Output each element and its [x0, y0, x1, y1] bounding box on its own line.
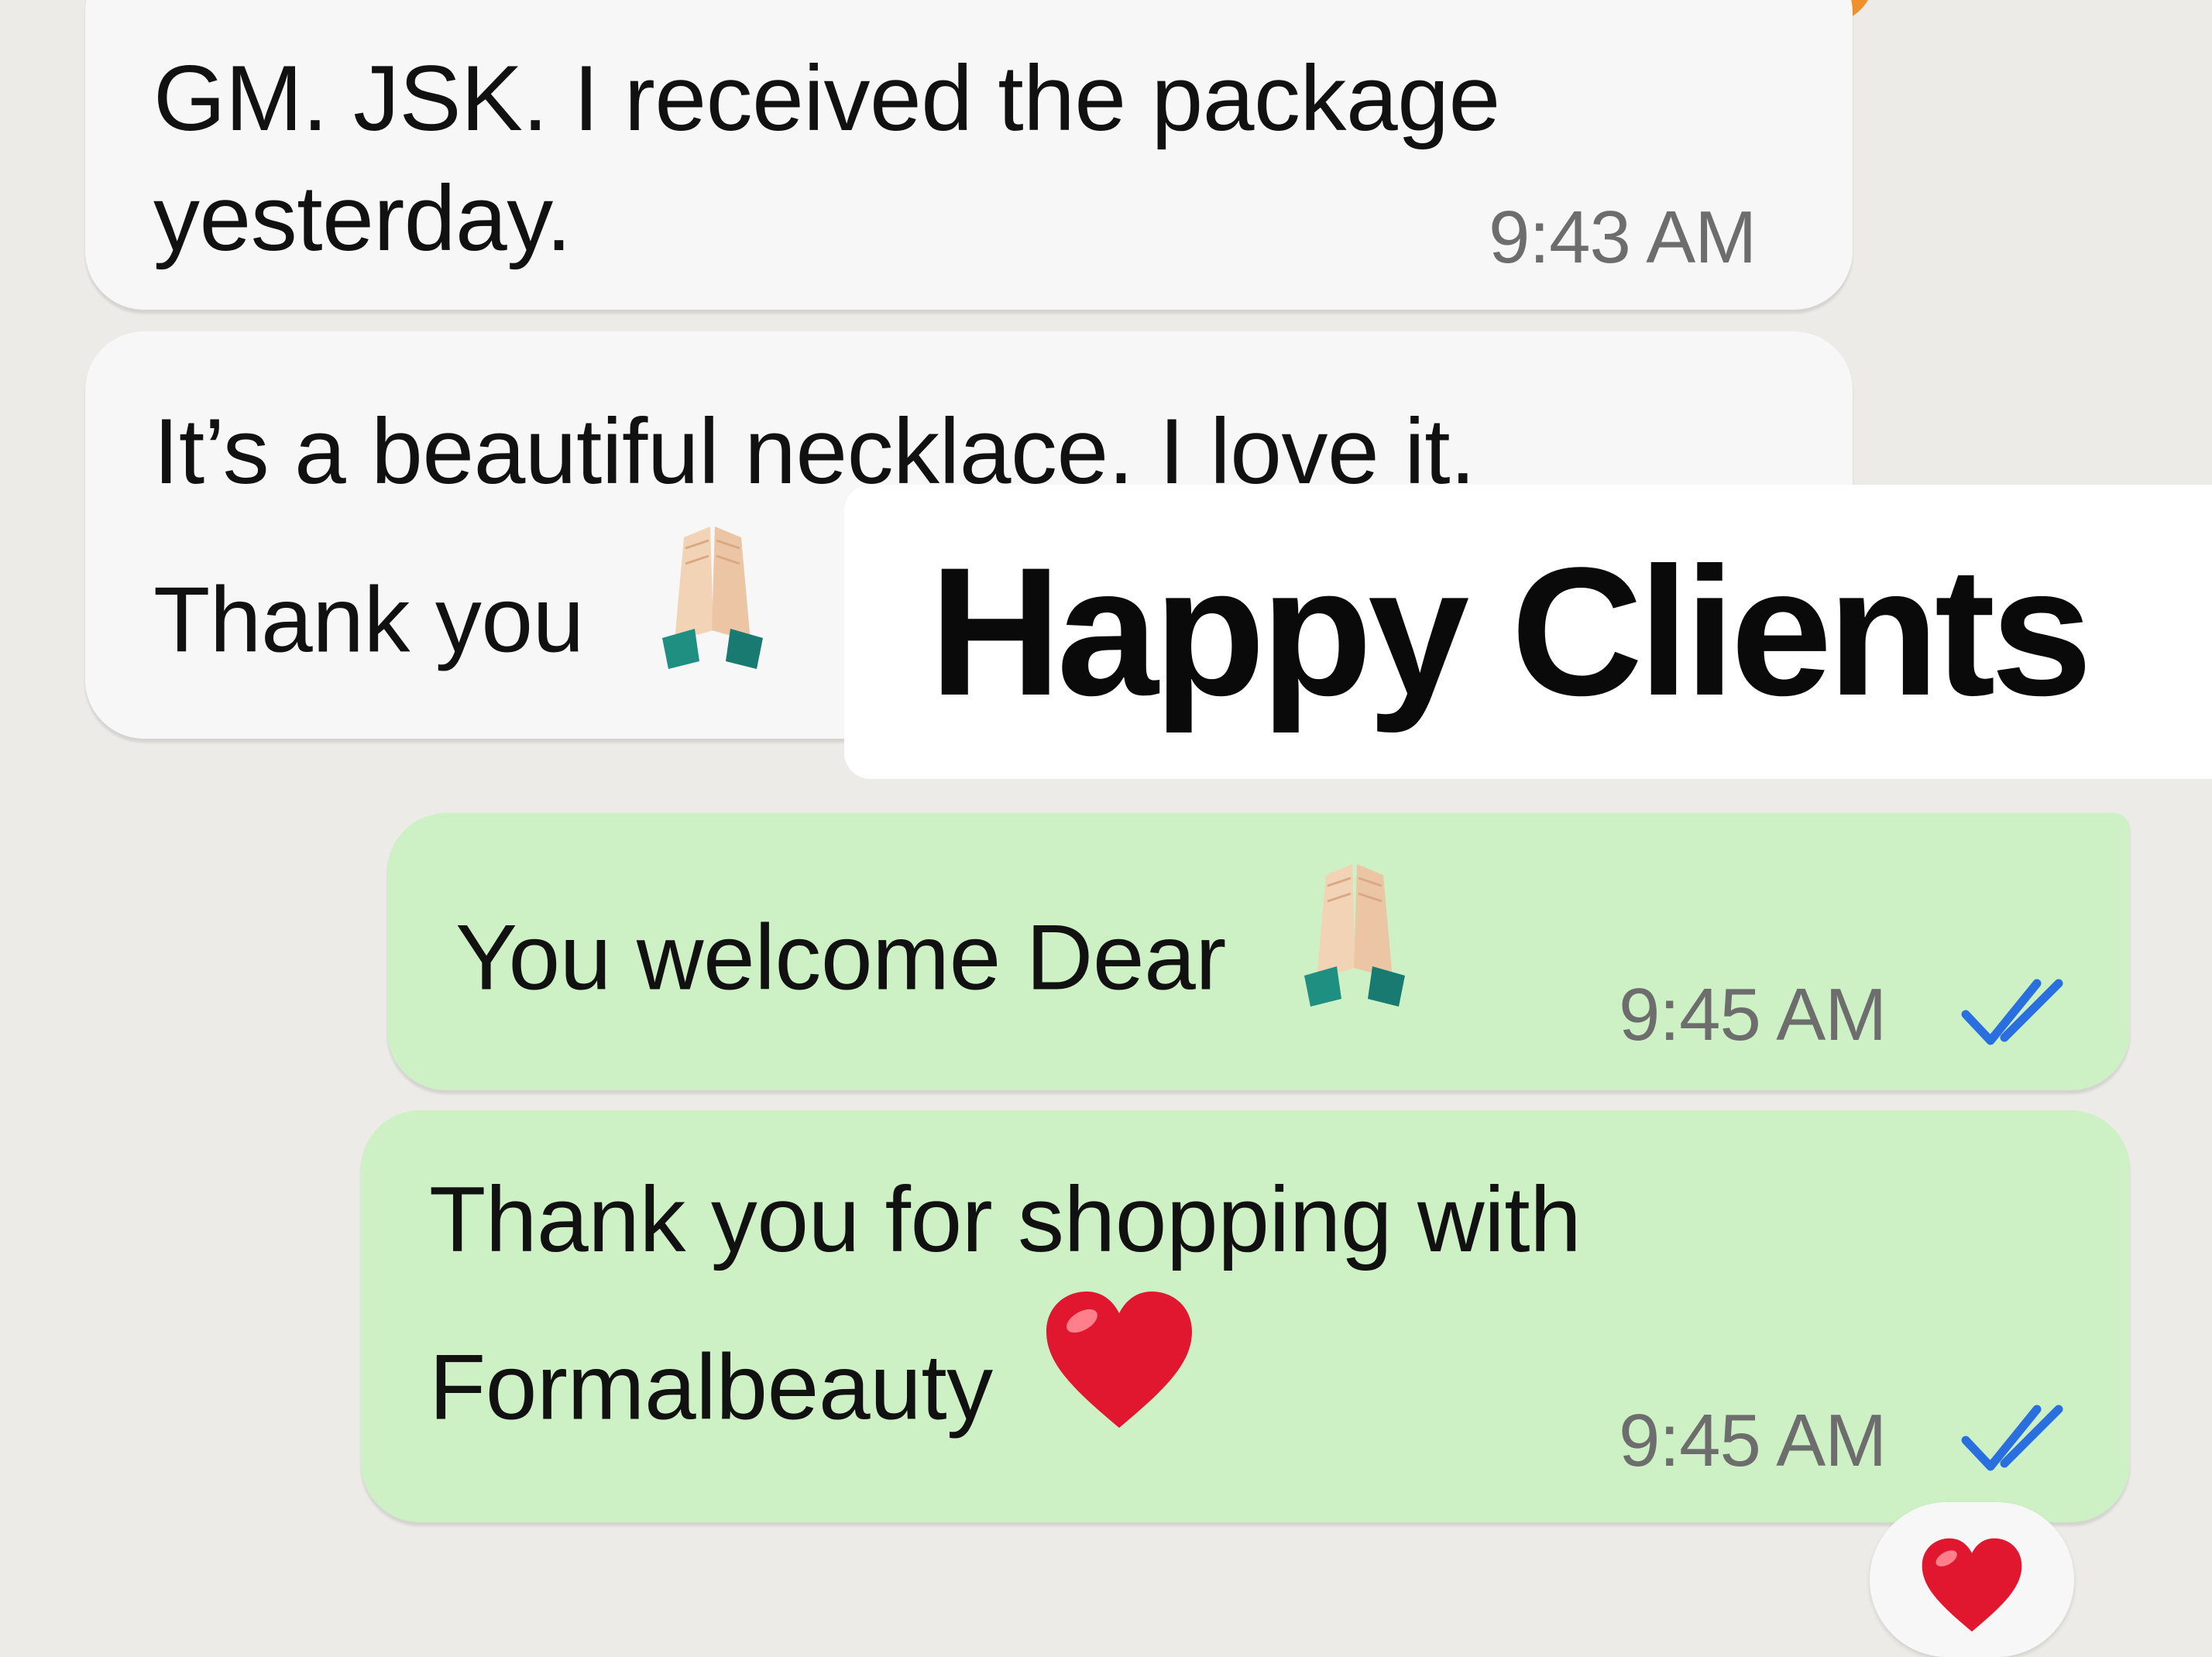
message-text: Formalbeauty: [429, 1335, 993, 1439]
message-text-line: Thank you: [153, 525, 771, 729]
message-text-line: Thank you for shopping with: [429, 1168, 1582, 1271]
read-double-check-icon: [1961, 979, 2063, 1045]
title-banner: Happy Clients: [844, 485, 2212, 779]
message-text-line: You welcome Dear: [455, 863, 1413, 1067]
read-double-check-icon: [1961, 1405, 2063, 1471]
red-heart-icon: [1922, 1538, 2022, 1632]
folded-hands-icon: [654, 514, 771, 719]
message-bubble-outgoing[interactable]: Thank you for shopping with Formalbeauty…: [361, 1110, 2130, 1522]
reaction-chip[interactable]: [1870, 1502, 2074, 1657]
message-text: You welcome Dear: [455, 905, 1226, 1010]
message-text-line: Formalbeauty: [429, 1292, 1197, 1493]
message-timestamp: 9:45 AM: [1619, 1399, 1887, 1482]
message-timestamp: 9:43 AM: [1489, 196, 1757, 279]
banner-title: Happy Clients: [929, 530, 2093, 734]
message-text-line: yesterday.: [153, 166, 572, 270]
red-heart-icon: [1042, 1288, 1197, 1485]
message-text-line: GM. JSK. I received the package: [153, 46, 1500, 150]
message-text: Thank you: [153, 568, 584, 672]
message-timestamp: 9:45 AM: [1619, 973, 1887, 1056]
folded-hands-icon: [1297, 852, 1413, 1056]
chat-view: GM. JSK. I received the package yesterda…: [0, 0, 2212, 1657]
message-bubble-outgoing[interactable]: You welcome Dear 9:45 AM: [387, 813, 2130, 1090]
message-bubble-incoming[interactable]: GM. JSK. I received the package yesterda…: [85, 0, 1853, 310]
